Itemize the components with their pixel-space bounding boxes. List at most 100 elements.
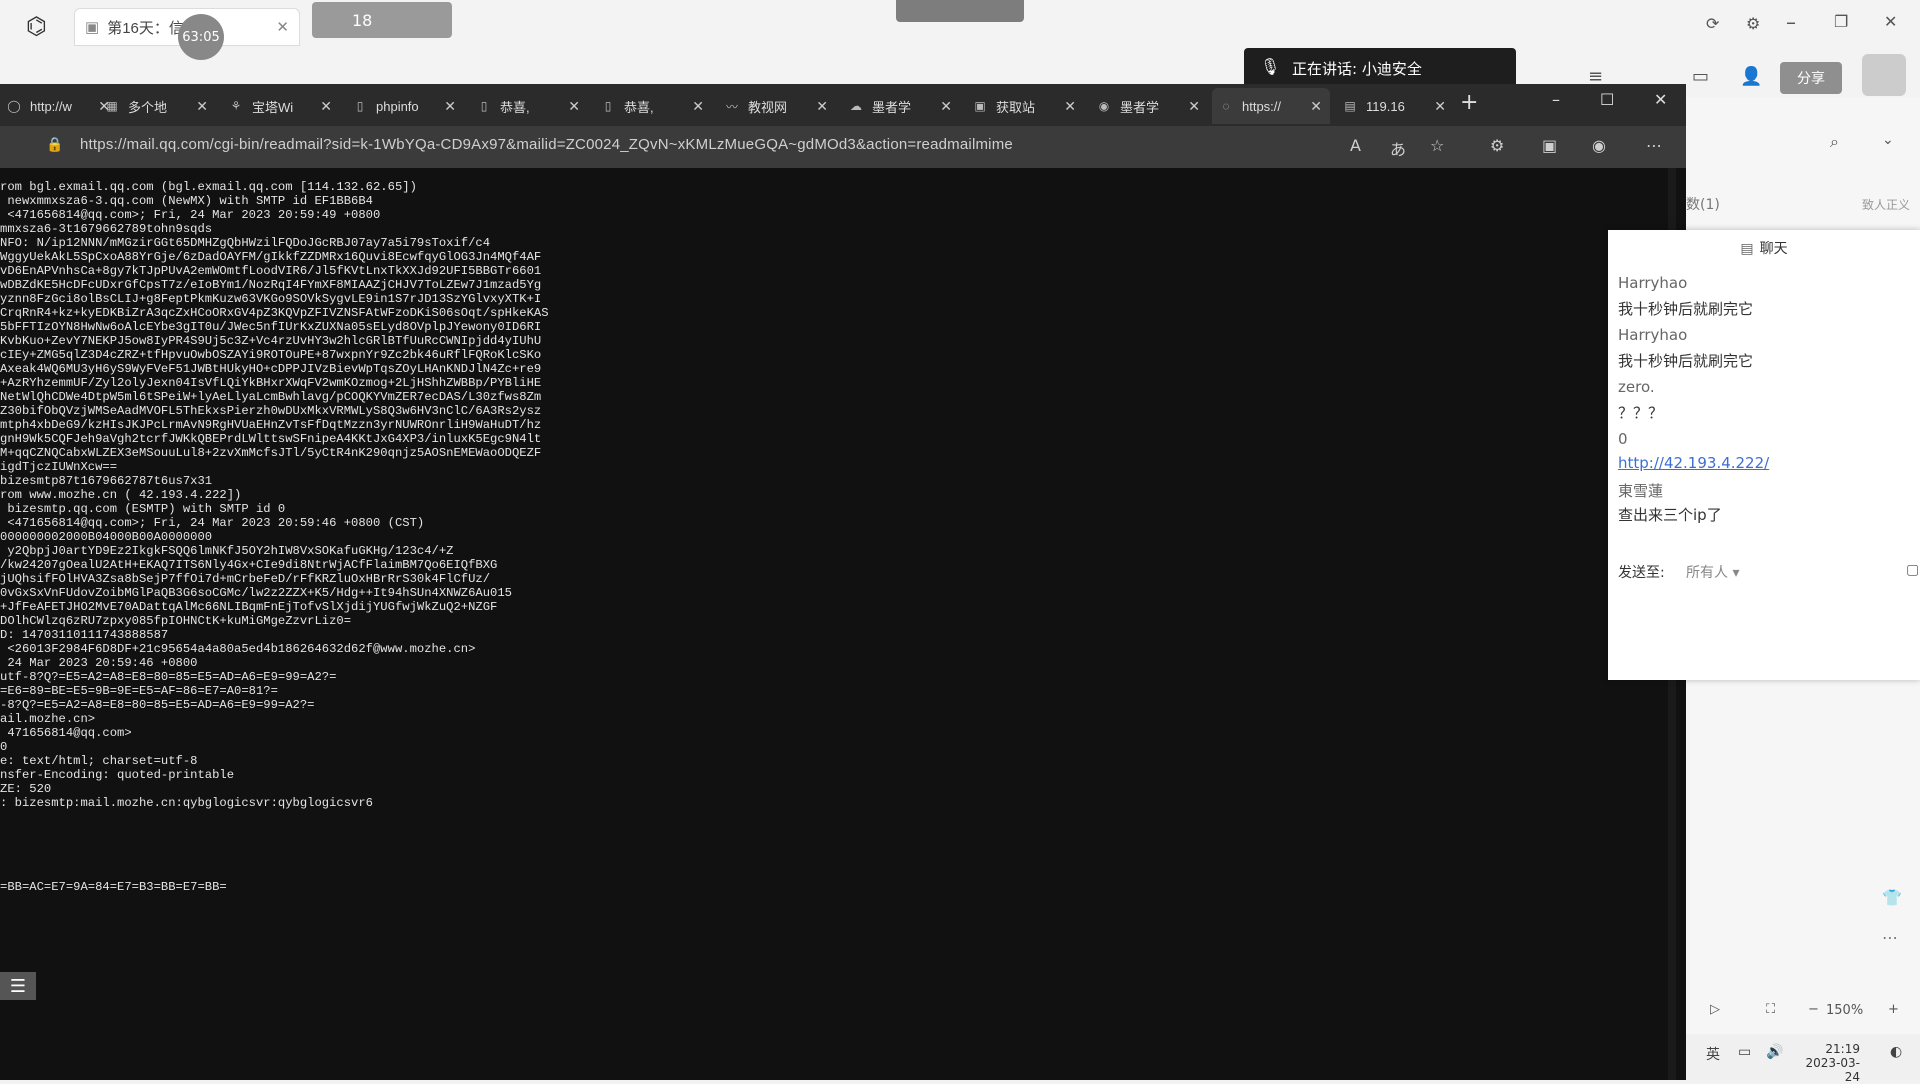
browser-tab-bar: ◯ http://w ✕ ▦ 多个地 ✕ ⚘ 宝塔Wi ✕ ▯ phpinfo ✕ ▯ 恭喜, ✕… <box>0 84 1686 126</box>
close-icon[interactable]: ✕ <box>196 98 208 115</box>
browser-tab[interactable]: ▤ 119.16 ✕ <box>1336 88 1454 124</box>
lock-icon[interactable]: 🔒 <box>46 137 63 153</box>
favorite-icon[interactable]: ☆ <box>1430 136 1444 155</box>
close-icon[interactable]: ✕ <box>568 98 580 115</box>
browser-tab[interactable]: ⚘ 宝塔Wi ✕ <box>222 88 340 124</box>
read-aloud-icon[interactable]: A <box>1350 136 1361 155</box>
share-button[interactable]: 分享 <box>1780 62 1842 94</box>
close-window-icon[interactable]: ✕ <box>1884 12 1897 31</box>
ime-indicator[interactable]: 英 <box>1706 1044 1720 1064</box>
close-window-icon[interactable]: ✕ <box>1654 90 1667 109</box>
chat-sender: Harryhao <box>1618 274 1688 292</box>
globe-icon: ◯ <box>7 99 21 113</box>
close-icon[interactable]: ✕ <box>1434 98 1446 115</box>
send-to-select[interactable]: 所有人 ▾ <box>1686 562 1739 582</box>
mail-line: e: text/html; charset=utf-8 <box>0 754 198 768</box>
collections-icon[interactable]: ▣ <box>1542 136 1557 155</box>
chevron-down-icon[interactable]: ⌄ <box>1882 132 1894 148</box>
loading-icon: ◌ <box>1222 99 1230 113</box>
mail-line: Axeak4WQ6MU3yH6yS9WyFVeF51JWBtHUkyHO+cDP… <box>0 362 542 376</box>
network-icon[interactable]: ▭ <box>1738 1044 1751 1060</box>
mail-line: 0 <box>0 740 8 754</box>
browser-tab[interactable]: ▯ 恭喜, ✕ <box>594 88 712 124</box>
image-icon: ▦ <box>106 99 118 113</box>
close-icon[interactable]: ✕ <box>816 98 828 115</box>
translate-icon[interactable]: あ <box>1390 136 1406 160</box>
mic-icon: 🎙 <box>1260 57 1281 76</box>
url-field[interactable]: https://mail.qq.com/cgi-bin/readmail?sid… <box>80 136 1013 153</box>
chat-message: 我十秒钟后就刷完它 <box>1618 352 1754 370</box>
browser-tab[interactable]: ◉ 墨者学 ✕ <box>1090 88 1208 124</box>
mail-line: <26013F2984F6D8DF+21c95654a4a80a5ed4b186… <box>0 642 476 656</box>
mail-line: newxmmxsza6-3.qq.com (NewMX) with SMTP i… <box>0 194 373 208</box>
notification-icon[interactable]: ◐ <box>1890 1044 1902 1060</box>
play-icon[interactable]: ▷ <box>1710 1002 1720 1017</box>
user-icon[interactable]: 👤 <box>1740 66 1762 87</box>
mail-line: <471656814@qq.com>; Fri, 24 Mar 2023 20:… <box>0 208 381 222</box>
fullscreen-icon[interactable]: ⛶ <box>1766 1002 1775 1017</box>
browser-tab[interactable]: ☁ 墨者学 ✕ <box>842 88 960 124</box>
zoom-out-icon[interactable]: − <box>1808 1002 1819 1017</box>
shirt-icon[interactable]: 👕 <box>1882 888 1902 907</box>
close-icon[interactable]: ✕ <box>444 98 456 115</box>
mail-line: NetWlQhCDWe4DtpW5ml6tSPeiW+lyAeLlyaLcmBw… <box>0 390 542 404</box>
browser-tab[interactable]: ▯ phpinfo ✕ <box>346 88 464 124</box>
more-icon[interactable]: ⋯ <box>1646 136 1662 155</box>
clock: 21:19 2023-03-24 <box>1800 1042 1860 1084</box>
maximize-icon[interactable]: ❐ <box>1834 12 1848 31</box>
caret-down-icon: ▾ <box>1732 565 1740 581</box>
mail-line: igdTjczIUWnXcw== <box>0 460 118 474</box>
browser-tab[interactable]: ▦ 多个地 ✕ <box>98 88 216 124</box>
close-icon[interactable]: ✕ <box>276 18 289 36</box>
chat-sender: zero. <box>1618 378 1655 396</box>
zoom-bar: ▷ ⛶ − 150% + <box>1686 996 1920 1026</box>
mail-line: mmxsza6-3t1679662789tohn9sqds <box>0 222 213 236</box>
close-icon[interactable]: ✕ <box>320 98 332 115</box>
mail-line: cIEy+ZMG5qlZ3D4cZRZ+tfHpvuOwbOSZAYi9ROTO… <box>0 348 542 362</box>
more-icon[interactable]: ⋯ <box>1882 928 1898 947</box>
screen-icon[interactable]: ▭ <box>1692 66 1709 87</box>
chat-sender: Harryhao <box>1618 326 1688 344</box>
close-icon[interactable]: ✕ <box>1064 98 1076 115</box>
extensions-icon[interactable]: ⚙ <box>1490 136 1504 155</box>
timer-badge: 63:05 <box>178 14 224 60</box>
cloud-icon: ◉ <box>1098 99 1110 113</box>
baota-icon: ⚘ <box>230 99 242 113</box>
refresh-icon[interactable]: ⟳ <box>1706 14 1719 33</box>
address-bar: 🔒 https://mail.qq.com/cgi-bin/readmail?s… <box>0 126 1686 168</box>
maximize-icon[interactable]: ☐ <box>1600 90 1614 109</box>
browser-tab[interactable]: 〰教视网 ✕ <box>718 88 836 124</box>
zoom-in-icon[interactable]: + <box>1888 1002 1899 1017</box>
mail-line: : bizesmtp:mail.mozhe.cn:qybglogicsvr:qy… <box>0 796 373 810</box>
chat-link[interactable]: http://42.193.4.222/ <box>1618 454 1769 472</box>
minimize-icon[interactable]: – <box>1552 90 1560 109</box>
top-handle[interactable] <box>896 0 1024 22</box>
browser-tab[interactable]: ▯ 恭喜, ✕ <box>470 88 588 124</box>
close-icon[interactable]: ✕ <box>940 98 952 115</box>
avatar[interactable] <box>1862 54 1906 96</box>
close-icon[interactable]: ✕ <box>692 98 704 115</box>
close-icon[interactable]: ✕ <box>1310 98 1322 115</box>
mail-line: KvbKuo+ZevY7NEKPJ5ow8IyPR4S9Uj5c3Z+Vc4rz… <box>0 334 542 348</box>
weather-temp: 18 <box>352 10 373 30</box>
mail-line: D: 14703110111743888587 <box>0 628 169 642</box>
close-icon[interactable]: ✕ <box>1188 98 1200 115</box>
mail-line: 471656814@qq.com> <box>0 726 132 740</box>
profile-icon[interactable]: ◉ <box>1592 136 1606 155</box>
mail-line: /kw24207gOealU2AtH+EKAQ7ITS6Nly4Gx+CIe9d… <box>0 558 498 572</box>
browser-tab[interactable]: ▣ 获取站 ✕ <box>966 88 1084 124</box>
mail-line: y2QbpjJ0artYD9Ez2IkgkFSQQ6lmNKfJ5OY2hIW8… <box>0 544 454 558</box>
browser-tab-active[interactable]: ◌ https://✕ <box>1212 88 1330 124</box>
mail-line: rom bgl.exmail.qq.com (bgl.exmail.qq.com… <box>0 180 417 194</box>
folder-icon[interactable]: ▢ <box>1906 562 1919 578</box>
minimize-icon[interactable]: – <box>1786 10 1796 34</box>
new-tab-button[interactable]: + <box>1460 90 1478 115</box>
mail-line: ail.mozhe.cn> <box>0 712 96 726</box>
search-icon[interactable]: ⌕ <box>1830 132 1839 152</box>
mail-line: 24 Mar 2023 20:59:46 +0800 <box>0 656 198 670</box>
list-icon[interactable]: ☰ <box>0 972 36 1000</box>
cloud-icon: ☁ <box>850 99 862 113</box>
chat-sender: 東雪蓮 <box>1618 482 1664 500</box>
gear-icon[interactable]: ⚙ <box>1746 14 1760 33</box>
volume-icon[interactable]: 🔊 <box>1766 1044 1783 1060</box>
